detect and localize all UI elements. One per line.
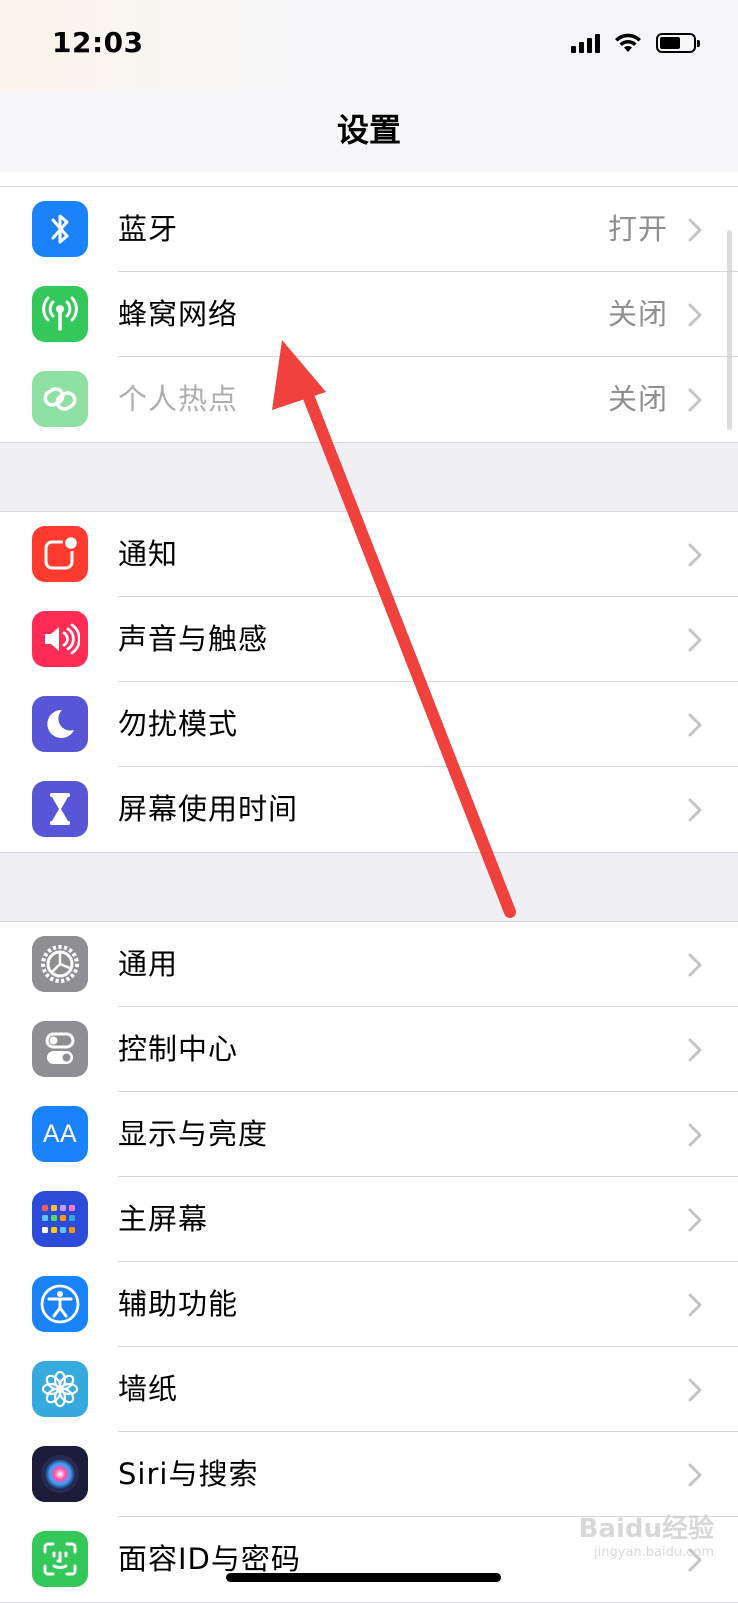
list-top-spacer [0, 172, 738, 187]
connectivity-group: 蓝牙 打开 蜂窝网络 关闭 个人热点 关闭 [0, 187, 738, 443]
settings-row-sounds-haptics[interactable]: 声音与触感 [0, 597, 738, 682]
status-bar: 12:03 [0, 0, 738, 90]
settings-row-cellular[interactable]: 蜂窝网络 关闭 [0, 272, 738, 357]
chevron-right-icon [688, 1463, 702, 1487]
settings-row-home-screen[interactable]: 主屏幕 [0, 1177, 738, 1262]
status-icons [571, 32, 700, 53]
cellular-antenna-icon [32, 286, 88, 342]
settings-row-personal-hotspot[interactable]: 个人热点 关闭 [0, 357, 738, 442]
wifi-icon [615, 33, 641, 52]
settings-row-label: 声音与触感 [118, 622, 269, 656]
toggles-icon [32, 1021, 88, 1077]
settings-row-siri-search[interactable]: Siri与搜索 [0, 1432, 738, 1517]
battery-icon [656, 32, 700, 53]
settings-row-value: 关闭 [607, 382, 668, 416]
settings-row-label: 屏幕使用时间 [118, 792, 299, 826]
settings-row-control-center[interactable]: 控制中心 [0, 1007, 738, 1092]
flower-icon [32, 1361, 88, 1417]
notifications-icon [32, 526, 88, 582]
chevron-right-icon [688, 1293, 702, 1317]
settings-row-screen-time[interactable]: 屏幕使用时间 [0, 767, 738, 852]
status-time: 12:03 [52, 26, 144, 59]
chevron-right-icon [688, 218, 702, 242]
settings-row-label: 勿扰模式 [118, 707, 239, 741]
home-screen-grid-icon [32, 1191, 88, 1247]
notifications-group: 通知 声音与触感 勿扰模式 屏幕使用时间 [0, 511, 738, 853]
accessibility-icon [32, 1276, 88, 1332]
settings-row-display-brightness[interactable]: AA 显示与亮度 [0, 1092, 738, 1177]
chevron-right-icon [688, 1123, 702, 1147]
settings-row-label: 个人热点 [118, 382, 239, 416]
moon-icon [32, 696, 88, 752]
settings-list: 蓝牙 打开 蜂窝网络 关闭 个人热点 关闭 通知 声音与触感 勿扰模式 屏幕使用… [0, 172, 738, 1603]
settings-row-label: Siri与搜索 [118, 1457, 259, 1491]
personal-hotspot-icon [32, 371, 88, 427]
settings-row-label: 蓝牙 [118, 212, 179, 246]
settings-row-general[interactable]: 通用 [0, 922, 738, 1007]
scroll-indicator[interactable] [727, 230, 732, 430]
settings-row-notifications[interactable]: 通知 [0, 512, 738, 597]
chevron-right-icon [688, 953, 702, 977]
home-indicator[interactable] [226, 1573, 501, 1582]
settings-row-label: 蜂窝网络 [118, 297, 239, 331]
settings-row-label: 通用 [118, 947, 179, 981]
chevron-right-icon [688, 713, 702, 737]
text-size-icon: AA [32, 1106, 88, 1162]
settings-row-label: 辅助功能 [118, 1287, 239, 1321]
settings-row-accessibility[interactable]: 辅助功能 [0, 1262, 738, 1347]
settings-row-label: 面容ID与密码 [118, 1542, 301, 1576]
baidu-watermark: Baidu经验 jingyan.baidu.com [579, 1508, 714, 1560]
settings-row-label: 主屏幕 [118, 1202, 209, 1236]
chevron-right-icon [688, 1208, 702, 1232]
settings-row-label: 通知 [118, 537, 179, 571]
chevron-right-icon [688, 798, 702, 822]
chevron-right-icon [688, 1378, 702, 1402]
settings-row-label: 显示与亮度 [118, 1117, 269, 1151]
hourglass-icon [32, 781, 88, 837]
bluetooth-icon [32, 201, 88, 257]
face-id-icon [32, 1531, 88, 1587]
settings-row-wallpaper[interactable]: 墙纸 [0, 1347, 738, 1432]
settings-row-label: 控制中心 [118, 1032, 239, 1066]
speaker-icon [32, 611, 88, 667]
siri-icon [32, 1446, 88, 1502]
page-title: 设置 [336, 111, 401, 149]
watermark-brand: Baidu经验 [578, 1514, 714, 1544]
settings-row-bluetooth[interactable]: 蓝牙 打开 [0, 187, 738, 272]
chevron-right-icon [688, 543, 702, 567]
settings-row-label: 墙纸 [118, 1372, 179, 1406]
general-group: 通用 控制中心 AA 显示与亮度 主屏幕 辅助功能 墙纸 Siri与搜索 面容I… [0, 921, 738, 1603]
cellular-signal-icon [571, 33, 600, 53]
chevron-right-icon [688, 388, 702, 412]
settings-row-do-not-disturb[interactable]: 勿扰模式 [0, 682, 738, 767]
watermark-url: jingyan.baidu.com [594, 1545, 714, 1560]
settings-row-value: 关闭 [607, 297, 668, 331]
gear-icon [32, 936, 88, 992]
text-size-glyph: AA [42, 1119, 78, 1148]
chevron-right-icon [688, 628, 702, 652]
settings-row-value: 打开 [607, 212, 668, 246]
chevron-right-icon [688, 1038, 702, 1062]
navigation-bar: 设置 [0, 90, 738, 173]
chevron-right-icon [688, 303, 702, 327]
